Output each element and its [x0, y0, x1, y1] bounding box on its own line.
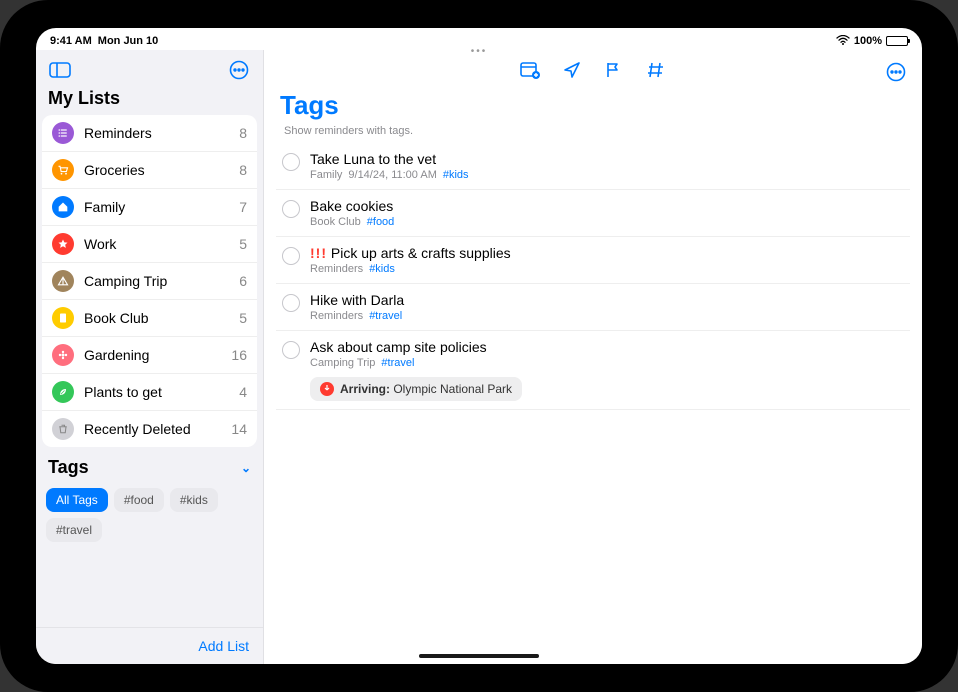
list-name: Camping Trip: [84, 273, 229, 289]
reminder-list: Reminders: [310, 310, 363, 322]
tag-chip[interactable]: #travel: [46, 518, 102, 542]
sidebar-list-item[interactable]: Work 5: [42, 226, 257, 263]
list-name: Recently Deleted: [84, 421, 221, 437]
sidebar-list-item[interactable]: Reminders 8: [42, 115, 257, 152]
tag-chip[interactable]: All Tags: [46, 488, 108, 512]
more-icon[interactable]: [882, 58, 910, 86]
list-name: Gardening: [84, 347, 221, 363]
flower-icon: [52, 344, 74, 366]
reminder-row[interactable]: !!! Pick up arts & crafts supplies Remin…: [276, 237, 910, 284]
home-indicator[interactable]: [419, 654, 539, 658]
list-count: 6: [239, 273, 247, 289]
cart-icon: [52, 159, 74, 181]
list-count: 7: [239, 199, 247, 215]
flag-icon[interactable]: [603, 59, 625, 81]
location-badge: Arriving: Olympic National Park: [310, 377, 522, 401]
list-count: 14: [231, 421, 247, 437]
sidebar-list-item[interactable]: Book Club 5: [42, 300, 257, 337]
complete-toggle[interactable]: [282, 200, 300, 218]
list-name: Family: [84, 199, 229, 215]
sidebar: My Lists Reminders 8 Groceries 8 Family …: [36, 50, 264, 664]
page-title: Tags: [264, 86, 922, 121]
list-count: 8: [239, 162, 247, 178]
sidebar-list-item[interactable]: Gardening 16: [42, 337, 257, 374]
hashtag-icon[interactable]: [645, 59, 667, 81]
reminder-row[interactable]: Bake cookies Book Club #food: [276, 190, 910, 237]
book-icon: [52, 307, 74, 329]
reminder-tag[interactable]: #travel: [369, 310, 402, 322]
location-icon[interactable]: [561, 59, 583, 81]
reminder-title: Ask about camp site policies: [310, 339, 904, 355]
battery-percent: 100%: [854, 35, 882, 47]
sidebar-list-item[interactable]: Groceries 8: [42, 152, 257, 189]
more-icon[interactable]: [225, 56, 253, 84]
list-name: Work: [84, 236, 229, 252]
reminder-list: Camping Trip: [310, 357, 375, 369]
reminder-row[interactable]: Ask about camp site policies Camping Tri…: [276, 331, 910, 410]
tent-icon: [52, 270, 74, 292]
reminder-list: Reminders: [310, 263, 363, 275]
reminders-container: Take Luna to the vet Family 9/14/24, 11:0…: [264, 143, 922, 410]
status-time: 9:41 AM: [50, 35, 92, 47]
reminder-row[interactable]: Hike with Darla Reminders #travel: [276, 284, 910, 331]
sidebar-list-item[interactable]: Camping Trip 6: [42, 263, 257, 300]
reminder-tag[interactable]: #travel: [381, 357, 414, 369]
reminder-title: Take Luna to the vet: [310, 151, 904, 167]
complete-toggle[interactable]: [282, 153, 300, 171]
reminder-tag[interactable]: #kids: [443, 169, 469, 181]
status-date: Mon Jun 10: [98, 35, 159, 47]
list-count: 8: [239, 125, 247, 141]
add-list-button[interactable]: Add List: [36, 627, 263, 664]
reminder-tag[interactable]: #food: [367, 216, 395, 228]
home-icon: [52, 196, 74, 218]
location-pin-icon: [320, 382, 334, 396]
list-icon: [52, 122, 74, 144]
list-count: 4: [239, 384, 247, 400]
list-count: 16: [231, 347, 247, 363]
tags-heading: Tags: [48, 457, 89, 478]
list-name: Groceries: [84, 162, 229, 178]
complete-toggle[interactable]: [282, 341, 300, 359]
list-name: Book Club: [84, 310, 229, 326]
reminder-title: !!! Pick up arts & crafts supplies: [310, 245, 904, 261]
list-count: 5: [239, 236, 247, 252]
wifi-icon: [836, 35, 850, 48]
leaf-icon: [52, 381, 74, 403]
multitask-dots-icon[interactable]: •••: [471, 46, 488, 57]
tags-container: All Tags#food#kids #travel: [36, 488, 263, 550]
priority-indicator: !!!: [310, 245, 327, 261]
sidebar-toggle-icon[interactable]: [46, 56, 74, 84]
complete-toggle[interactable]: [282, 247, 300, 265]
calendar-add-icon[interactable]: [519, 59, 541, 81]
sidebar-list-item[interactable]: Recently Deleted 14: [42, 411, 257, 447]
chevron-down-icon[interactable]: ⌄: [241, 461, 251, 475]
lists-container: Reminders 8 Groceries 8 Family 7 Work 5 …: [42, 115, 257, 447]
my-lists-heading: My Lists: [36, 86, 263, 115]
reminder-date: 9/14/24, 11:00 AM: [348, 169, 436, 181]
reminder-list: Book Club: [310, 216, 361, 228]
list-name: Reminders: [84, 125, 229, 141]
sidebar-list-item[interactable]: Plants to get 4: [42, 374, 257, 411]
reminder-list: Family: [310, 169, 342, 181]
star-icon: [52, 233, 74, 255]
reminder-row[interactable]: Take Luna to the vet Family 9/14/24, 11:0…: [276, 143, 910, 190]
page-subtitle: Show reminders with tags.: [264, 121, 922, 143]
trash-icon: [52, 418, 74, 440]
reminder-title: Hike with Darla: [310, 292, 904, 308]
tag-chip[interactable]: #food: [114, 488, 164, 512]
list-name: Plants to get: [84, 384, 229, 400]
reminder-tag[interactable]: #kids: [369, 263, 395, 275]
reminder-title: Bake cookies: [310, 198, 904, 214]
main-pane: Tags Show reminders with tags. Take Luna…: [264, 50, 922, 664]
tag-chip[interactable]: #kids: [170, 488, 218, 512]
battery-icon: [886, 36, 908, 46]
list-count: 5: [239, 310, 247, 326]
complete-toggle[interactable]: [282, 294, 300, 312]
main-toolbar: [264, 50, 922, 86]
sidebar-list-item[interactable]: Family 7: [42, 189, 257, 226]
